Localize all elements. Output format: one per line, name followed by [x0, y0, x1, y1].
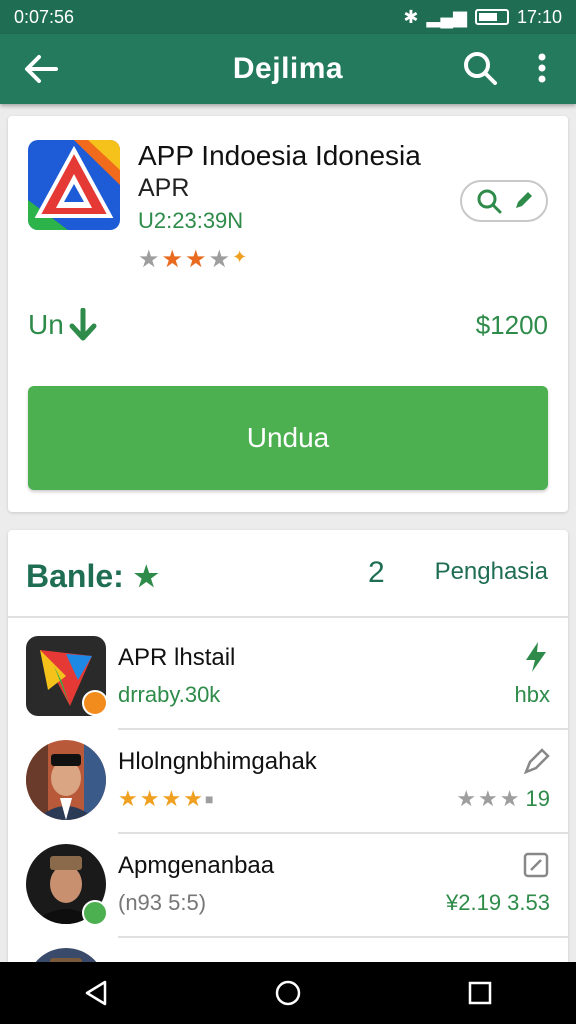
star-icon: ★ [208, 246, 231, 273]
section-title-label: Banle: [26, 558, 124, 594]
item-meta: drraby.30k [118, 682, 221, 707]
section-title: Banle: ★ [26, 558, 159, 595]
download-label: Un [28, 309, 64, 340]
star-icon: ★ [478, 786, 498, 811]
battery-icon [474, 9, 509, 25]
dot-icon: ■ [204, 791, 214, 807]
action-pill[interactable] [460, 180, 548, 222]
avatar [26, 740, 106, 820]
item-name: Apmgenanbaa [118, 852, 275, 879]
edit-icon[interactable] [522, 850, 550, 880]
item-right-meta: ¥2.19 3.53 [446, 890, 550, 915]
section-link[interactable]: Penghasia [435, 558, 548, 586]
star-icon: ★ [456, 786, 477, 811]
app-detail-card: APP Indoesia Idonesia APR U2:23:39N ★ ★ … [8, 116, 568, 512]
star-icon: ★ [118, 786, 138, 811]
star-icon: ★ [185, 246, 207, 273]
app-code: U2:23:39N [138, 208, 244, 233]
check-badge-icon [82, 900, 108, 926]
download-indicator: Un [28, 308, 98, 342]
list-card: Banle: ★ 2 Penghasia APR lhstail drraby.… [8, 530, 568, 970]
app-bar: Dejlima [0, 34, 576, 104]
section-header: Banle: ★ 2 Penghasia [8, 530, 568, 618]
play-badge-icon [82, 690, 108, 716]
star-icon: ★ [183, 786, 203, 811]
status-time-left: 0:07:56 [14, 6, 75, 27]
status-bar: 0:07:56 ✱ ▂▄▆ 17:10 [0, 0, 576, 34]
app-price: $1200 [475, 310, 548, 340]
star-icon: ★ [161, 246, 184, 273]
section-count: 2 [368, 556, 385, 589]
more-vert-icon[interactable] [530, 48, 554, 88]
star-icon: ★ [499, 786, 520, 811]
download-arrow-icon [69, 308, 97, 341]
app-name: APP Indoesia Idonesia [138, 140, 421, 171]
item-right-meta: ★ ★ ★ 19 [456, 786, 550, 812]
item-right-meta: hbx [514, 682, 550, 707]
list-item[interactable]: APR lhstail drraby.30k hbx [8, 626, 568, 730]
nav-recents-icon[interactable] [467, 980, 493, 1006]
star-icon: ★ [161, 786, 182, 811]
star-icon: ★ [139, 786, 160, 811]
install-button[interactable]: Undua [28, 386, 548, 490]
app-rating: ★ ★ ★ ★ ✦ [138, 248, 247, 272]
list-item[interactable]: Apmgenanbaa (n93 5:5) ¥2.19 3.53 [8, 834, 568, 938]
search-icon[interactable] [460, 48, 500, 88]
item-name: Hlolngnbhimgahak [118, 748, 317, 775]
pencil-icon[interactable] [512, 190, 534, 212]
system-nav-bar [0, 962, 576, 1024]
search-icon[interactable] [475, 187, 503, 215]
star-half-icon: ✦ [232, 247, 248, 267]
app-subtitle: APR [138, 174, 190, 202]
pen-icon[interactable] [522, 746, 550, 776]
item-name: APR lhstail [118, 644, 236, 671]
app-logo [28, 140, 120, 230]
nav-back-icon[interactable] [83, 979, 109, 1007]
star-icon: ★ [138, 246, 160, 273]
nav-home-icon[interactable] [274, 979, 302, 1007]
star-icon: ★ [133, 561, 159, 592]
status-icons: ✱ ▂▄▆ 17:10 [403, 7, 562, 28]
list-item[interactable]: Hlolngnbhimgahak ★ ★ ★ ★ ■ ★ ★ ★ 19 [8, 730, 568, 834]
bluetooth-icon: ✱ [403, 6, 419, 27]
item-meta: (n93 5:5) [118, 890, 207, 915]
flash-icon[interactable] [522, 642, 550, 672]
item-rating: ★ ★ ★ ★ ■ [118, 788, 213, 810]
status-time-right: 17:10 [516, 6, 562, 27]
signal-icon: ▂▄▆ [426, 6, 467, 27]
item-right-value: 19 [525, 786, 550, 811]
